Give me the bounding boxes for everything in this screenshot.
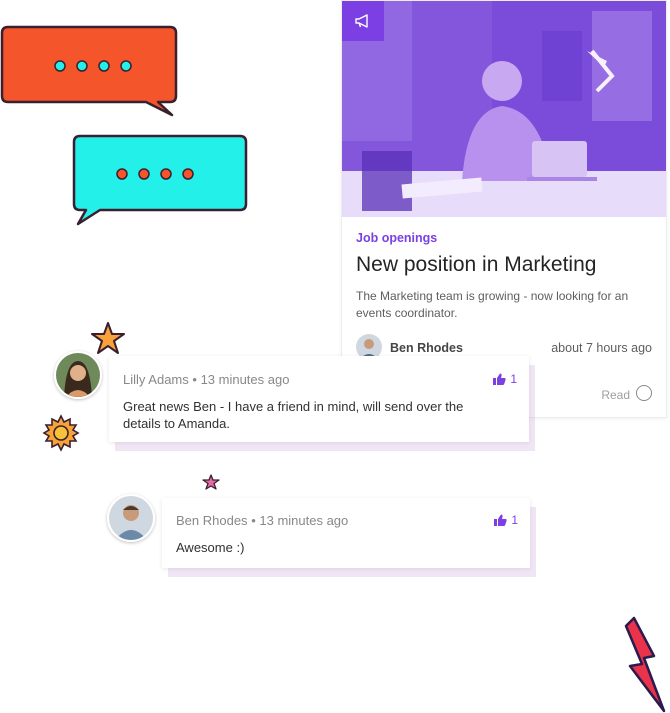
comment-text: Great news Ben - I have a friend in mind… — [123, 399, 464, 431]
like-count: 1 — [511, 513, 518, 527]
article-category: Job openings — [356, 231, 438, 245]
comment-separator: • — [251, 513, 256, 528]
comment-author[interactable]: Lilly Adams — [123, 372, 189, 387]
small-star-icon — [202, 474, 220, 490]
commenter-avatar[interactable] — [107, 494, 155, 542]
comment-text: Awesome :) — [176, 540, 245, 555]
comment-time: 13 minutes ago — [259, 513, 349, 528]
like-button[interactable]: 1 — [492, 372, 517, 386]
sun-icon — [42, 414, 80, 452]
article-hero-image — [342, 1, 666, 217]
comment-card[interactable]: Ben Rhodes • 13 minutes ago 1 Awesome :) — [162, 498, 530, 568]
megaphone-icon — [342, 1, 384, 41]
comment-author[interactable]: Ben Rhodes — [176, 513, 248, 528]
like-button[interactable]: 1 — [493, 513, 518, 527]
thumbs-up-icon — [494, 514, 507, 526]
commenter-avatar[interactable] — [54, 351, 102, 399]
star-icon — [91, 322, 125, 354]
orange-chat-bubble-icon — [0, 25, 178, 117]
lightning-bolt-icon — [624, 616, 666, 713]
read-toggle[interactable] — [636, 385, 652, 401]
article-title[interactable]: New position in Marketing — [356, 253, 596, 277]
comment-time: 13 minutes ago — [200, 372, 290, 387]
article-author[interactable]: Ben Rhodes — [390, 341, 463, 355]
thumbs-up-icon — [493, 373, 506, 385]
office-photo-illustration — [342, 1, 666, 217]
like-count: 1 — [510, 372, 517, 386]
article-description: The Marketing team is growing - now look… — [356, 289, 629, 320]
read-label: Read — [601, 388, 630, 402]
article-time: about 7 hours ago — [551, 341, 652, 355]
comment-separator: • — [192, 372, 197, 387]
cyan-chat-bubble-icon — [72, 134, 248, 226]
comment-card[interactable]: Lilly Adams • 13 minutes ago 1 Great new… — [109, 356, 529, 442]
